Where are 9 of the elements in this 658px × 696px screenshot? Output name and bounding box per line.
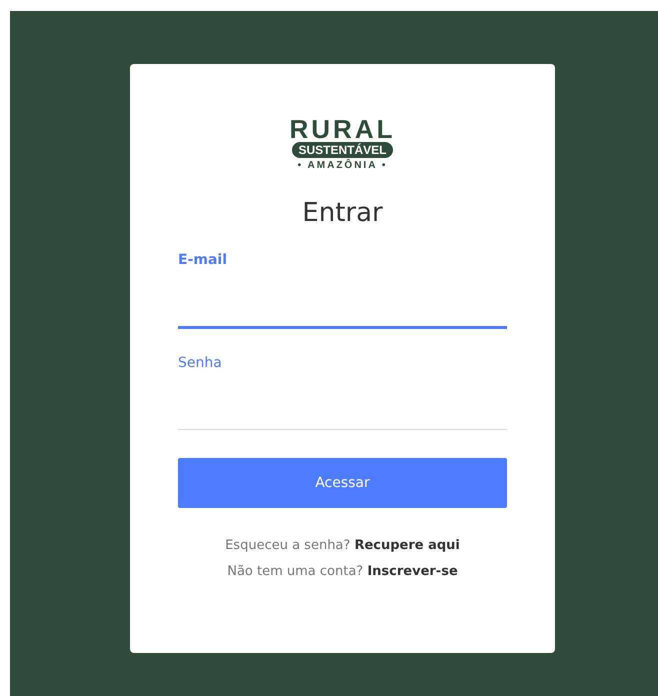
prompt-text: Não tem uma conta? [227,564,364,579]
field-label: E-mail [178,252,228,270]
link[interactable]: Recupere aqui [354,538,460,553]
submit-button[interactable]: Acessar [178,458,507,508]
prompt-text: Esqueceu a senha? [225,538,352,553]
logo: RURAL SUSTENTÁVEL • AMAZÔNIA • [288,116,396,173]
page-title: Entrar [301,198,384,228]
link[interactable]: Inscrever-se [367,564,458,579]
field-label: Senha [178,355,223,373]
